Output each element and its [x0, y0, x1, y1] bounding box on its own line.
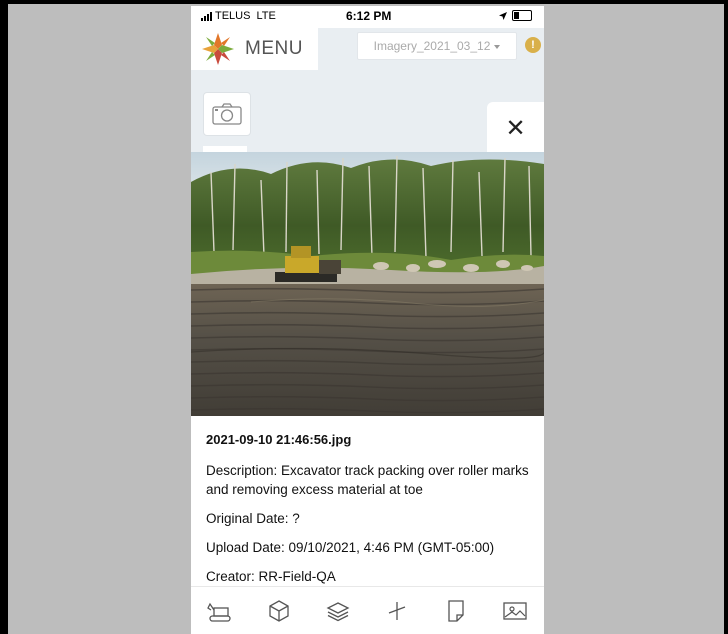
battery-icon — [512, 10, 532, 21]
signal-icon — [201, 11, 212, 21]
photo-description: Description: Excavator track packing ove… — [206, 463, 529, 497]
image-icon — [502, 602, 527, 620]
layers-button[interactable] — [322, 595, 354, 627]
close-icon: ✕ — [505, 114, 526, 142]
site-photo[interactable] — [191, 152, 544, 416]
clock: 6:12 PM — [346, 9, 392, 23]
imagery-dropdown-value: Imagery_2021_03_12 — [373, 39, 491, 53]
photo-filename: 2021-09-10 21:46:56.jpg — [206, 432, 352, 447]
photo-original-date: Original Date: ? — [206, 511, 300, 526]
photo-detail-panel: 2021-09-10 21:46:56.jpg Description: Exc… — [191, 152, 544, 634]
excavator-icon — [207, 602, 232, 622]
alert-icon[interactable]: ! — [525, 37, 541, 53]
bottom-toolbar — [191, 586, 544, 634]
menu-button[interactable]: MENU — [191, 28, 318, 70]
carrier-label: TELUS — [215, 10, 251, 22]
location-icon — [499, 11, 507, 20]
note-icon — [448, 600, 464, 622]
measure-icon — [388, 602, 406, 620]
status-bar: TELUS LTE 6:12 PM — [191, 6, 544, 28]
phone-screen: TELUS LTE 6:12 PM MENU Imagery_2021_03_1… — [191, 6, 544, 634]
chevron-down-icon — [494, 44, 501, 49]
photo-creator: Creator: RR-Field-QA — [206, 569, 336, 584]
camera-icon — [212, 103, 242, 125]
camera-button[interactable] — [203, 92, 251, 136]
menu-label: MENU — [245, 38, 303, 59]
photo-metadata: 2021-09-10 21:46:56.jpg Description: Exc… — [206, 432, 536, 596]
cube-icon — [269, 600, 289, 622]
imagery-dropdown[interactable]: Imagery_2021_03_12 — [357, 32, 517, 60]
notes-button[interactable] — [440, 595, 472, 627]
3d-view-button[interactable] — [263, 595, 295, 627]
imagery-button[interactable] — [499, 595, 531, 627]
measure-button[interactable] — [381, 595, 413, 627]
logo-icon — [202, 33, 234, 65]
layers-icon — [326, 602, 350, 622]
network-label: LTE — [256, 10, 276, 22]
excavator-tool-button[interactable] — [204, 595, 236, 627]
close-button[interactable]: ✕ — [487, 102, 544, 154]
photo-upload-date: Upload Date: 09/10/2021, 4:46 PM (GMT-05… — [206, 540, 495, 555]
